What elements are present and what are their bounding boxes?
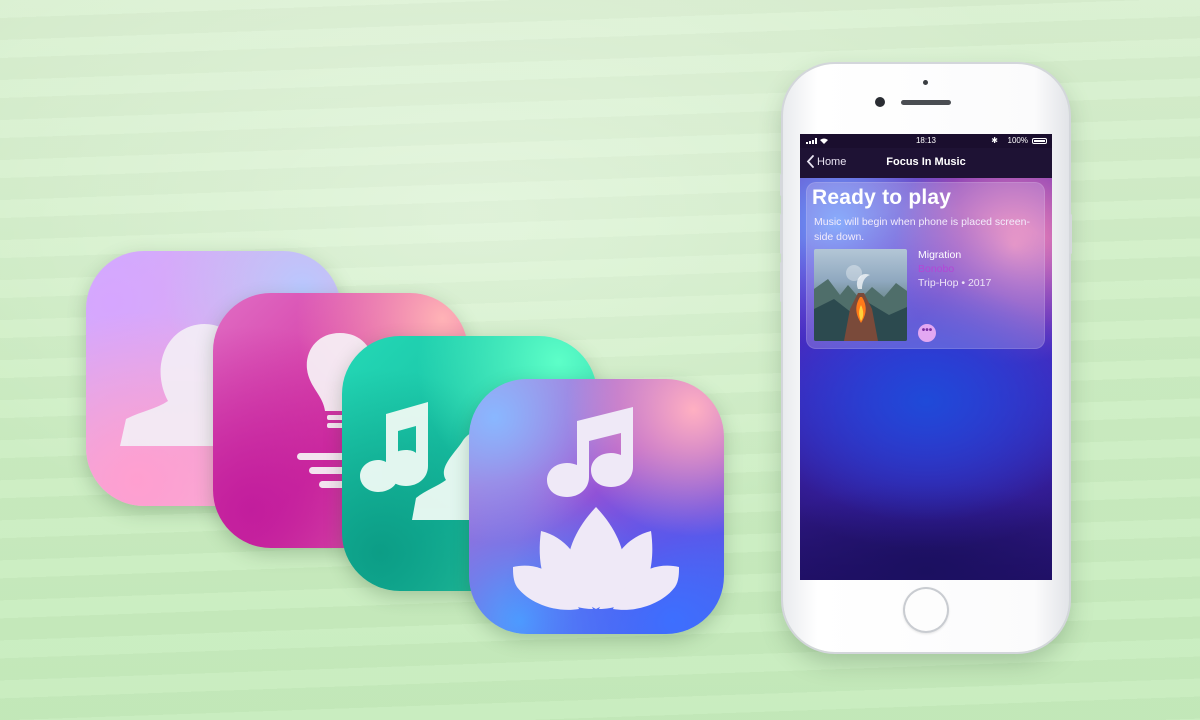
- album-artwork-image: [814, 265, 907, 341]
- earpiece-speaker: [901, 100, 951, 105]
- power-button: [1069, 214, 1072, 254]
- battery-icon: [1032, 138, 1047, 144]
- card-title: Ready to play: [812, 186, 952, 209]
- nav-title: Focus In Music: [886, 156, 966, 168]
- track-genre-year: Trip-Hop • 2017: [918, 277, 992, 289]
- proximity-sensor: [923, 80, 928, 85]
- ready-card: Ready to play Music will begin when phon…: [806, 182, 1045, 349]
- navigation-bar: Home Focus In Music: [800, 148, 1052, 178]
- iphone-device: 18:13 ✱ 100% Home Focus In Music Ready t…: [780, 64, 1072, 652]
- music-note-lotus-icon: [513, 407, 679, 610]
- mute-switch: [780, 174, 783, 196]
- phone-screen: 18:13 ✱ 100% Home Focus In Music Ready t…: [800, 134, 1052, 580]
- track-title: Migration: [918, 249, 962, 261]
- front-camera: [875, 97, 885, 107]
- battery-percent: 100%: [1007, 136, 1028, 145]
- bluetooth-icon: ✱: [991, 136, 998, 145]
- card-subtitle: Music will begin when phone is placed sc…: [814, 216, 1030, 243]
- album-artwork[interactable]: [814, 249, 907, 341]
- more-options-button[interactable]: •••: [918, 324, 936, 342]
- track-artist[interactable]: Bonobo: [918, 263, 954, 275]
- home-button[interactable]: [903, 587, 949, 633]
- volume-up-button: [780, 214, 783, 254]
- focus-in-music-app-icon[interactable]: [469, 379, 724, 634]
- status-bar: 18:13 ✱ 100%: [800, 134, 1052, 148]
- volume-down-button: [780, 262, 783, 302]
